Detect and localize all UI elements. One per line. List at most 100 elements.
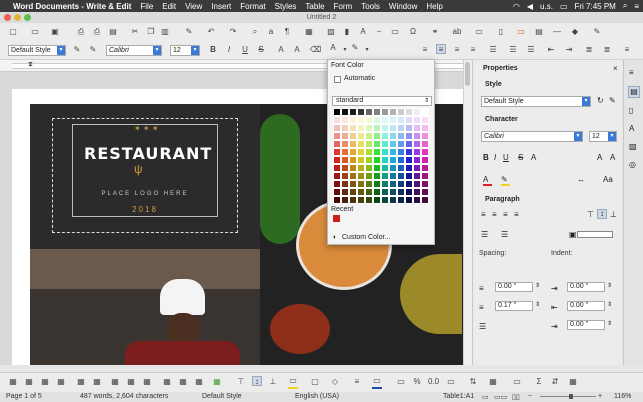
- new-style-icon[interactable]: ✎: [88, 45, 98, 55]
- spacing-above-field[interactable]: 0.00 ": [495, 282, 533, 292]
- palette-color-swatch[interactable]: [397, 116, 405, 124]
- case-icon[interactable]: Aa: [603, 175, 613, 184]
- palette-color-swatch[interactable]: [365, 148, 373, 156]
- app-name-menu[interactable]: Word Documents - Write & Edit: [13, 2, 131, 11]
- wifi-icon[interactable]: ◠: [513, 2, 520, 11]
- palette-color-swatch[interactable]: [405, 188, 413, 196]
- palette-color-swatch[interactable]: [397, 196, 405, 204]
- palette-color-swatch[interactable]: [413, 108, 421, 116]
- palette-color-swatch[interactable]: [405, 108, 413, 116]
- basic-shapes-icon[interactable]: ◆: [570, 27, 580, 37]
- palette-color-swatch[interactable]: [389, 156, 397, 164]
- word-count[interactable]: 487 words, 2,604 characters: [80, 393, 168, 400]
- update-style-icon[interactable]: ↻: [597, 96, 604, 105]
- insert-table-icon[interactable]: ▦: [304, 27, 314, 37]
- insert-rows-above-icon[interactable]: ▦: [24, 377, 34, 387]
- palette-color-swatch[interactable]: [373, 180, 381, 188]
- valign-top-icon[interactable]: ⊤: [587, 210, 594, 219]
- palette-color-swatch[interactable]: [389, 116, 397, 124]
- palette-color-swatch[interactable]: [397, 132, 405, 140]
- palette-color-swatch[interactable]: [405, 156, 413, 164]
- percent-format-icon[interactable]: %: [412, 377, 422, 387]
- page-break-icon[interactable]: ⎯: [374, 27, 384, 37]
- palette-color-swatch[interactable]: [341, 156, 349, 164]
- number-format-icon[interactable]: ▭: [396, 377, 406, 387]
- menu-window[interactable]: Window: [389, 2, 417, 11]
- delete-rows-icon[interactable]: ▦: [76, 377, 86, 387]
- palette-color-swatch[interactable]: [349, 108, 357, 116]
- border-style-icon[interactable]: ◇: [330, 377, 340, 387]
- palette-color-swatch[interactable]: [373, 116, 381, 124]
- border-color-icon[interactable]: ▭: [372, 376, 382, 386]
- spin-updown-icon[interactable]: ⇕: [607, 301, 612, 308]
- menu-list-icon[interactable]: ≡: [634, 2, 639, 11]
- spin-updown-icon[interactable]: ⇕: [607, 282, 612, 289]
- palette-color-swatch[interactable]: [397, 156, 405, 164]
- align-left-icon[interactable]: ≡: [420, 45, 430, 55]
- palette-color-swatch[interactable]: [405, 196, 413, 204]
- palette-color-swatch[interactable]: [333, 180, 341, 188]
- highlight-color-button[interactable]: ✎: [350, 43, 360, 53]
- palette-color-swatch[interactable]: [341, 196, 349, 204]
- palette-color-swatch[interactable]: [333, 124, 341, 132]
- font-name-combo[interactable]: Calibri ▾: [106, 45, 162, 56]
- chevron-down-icon[interactable]: ▾: [57, 46, 65, 55]
- palette-color-swatch[interactable]: [333, 148, 341, 156]
- formatting-marks-icon[interactable]: ¶: [282, 27, 292, 37]
- zoom-window-button[interactable]: [24, 14, 31, 21]
- palette-color-swatch[interactable]: [365, 196, 373, 204]
- gallery-deck-icon[interactable]: ▨: [629, 142, 637, 151]
- menu-format[interactable]: Format: [240, 2, 265, 11]
- palette-color-swatch[interactable]: [389, 132, 397, 140]
- select-cell-icon[interactable]: ▦: [142, 377, 152, 387]
- palette-color-swatch[interactable]: [397, 172, 405, 180]
- palette-color-swatch[interactable]: [421, 164, 429, 172]
- palette-color-swatch[interactable]: [341, 148, 349, 156]
- palette-color-swatch[interactable]: [405, 172, 413, 180]
- palette-color-swatch[interactable]: [333, 196, 341, 204]
- palette-color-swatch[interactable]: [421, 148, 429, 156]
- subscript-button[interactable]: A: [292, 45, 302, 55]
- italic-button[interactable]: I: [224, 45, 234, 55]
- palette-color-swatch[interactable]: [341, 164, 349, 172]
- sort-ascending-icon[interactable]: ⇵: [550, 377, 560, 387]
- palette-color-swatch[interactable]: [373, 196, 381, 204]
- palette-color-swatch[interactable]: [333, 132, 341, 140]
- insert-field-icon[interactable]: ▭: [390, 27, 400, 37]
- palette-color-swatch[interactable]: [373, 108, 381, 116]
- open-folder-icon[interactable]: ▭: [30, 27, 40, 37]
- sidebar-shadow-icon[interactable]: A: [531, 153, 536, 162]
- palette-color-swatch[interactable]: [405, 132, 413, 140]
- palette-color-swatch[interactable]: [365, 116, 373, 124]
- menu-table[interactable]: Table: [305, 2, 324, 11]
- view-book-icon[interactable]: ▯▯: [512, 393, 520, 401]
- palette-color-swatch[interactable]: [421, 116, 429, 124]
- palette-color-swatch[interactable]: [365, 188, 373, 196]
- palette-color-swatch[interactable]: [373, 172, 381, 180]
- zoom-slider-thumb[interactable]: [569, 394, 573, 399]
- sidebar-italic-icon[interactable]: I: [494, 153, 496, 162]
- palette-color-swatch[interactable]: [373, 132, 381, 140]
- palette-color-swatch[interactable]: [349, 116, 357, 124]
- palette-color-swatch[interactable]: [333, 108, 341, 116]
- palette-color-swatch[interactable]: [381, 164, 389, 172]
- strikethrough-button[interactable]: S: [256, 45, 266, 55]
- palette-color-swatch[interactable]: [357, 108, 365, 116]
- sidebar-font-combo[interactable]: Calibri ▾: [481, 131, 583, 142]
- palette-color-swatch[interactable]: [389, 124, 397, 132]
- palette-color-swatch[interactable]: [349, 140, 357, 148]
- palette-color-swatch[interactable]: [349, 164, 357, 172]
- numbered-list-icon[interactable]: ☰: [526, 45, 536, 55]
- sidebar-numbering-icon[interactable]: ☰: [501, 230, 508, 239]
- clock[interactable]: Fri 7:45 PM: [575, 2, 616, 11]
- palette-color-swatch[interactable]: [413, 116, 421, 124]
- menu-help[interactable]: Help: [426, 2, 442, 11]
- menu-view[interactable]: View: [185, 2, 202, 11]
- chevron-down-icon[interactable]: ▾: [153, 46, 161, 55]
- palette-select[interactable]: standard ⇕: [332, 96, 432, 106]
- chevron-down-icon[interactable]: ▾: [608, 132, 616, 141]
- valign-center-icon[interactable]: ↕: [597, 209, 607, 219]
- sidebar-align-right-icon[interactable]: ≡: [503, 210, 508, 219]
- palette-color-swatch[interactable]: [389, 140, 397, 148]
- palette-color-swatch[interactable]: [381, 196, 389, 204]
